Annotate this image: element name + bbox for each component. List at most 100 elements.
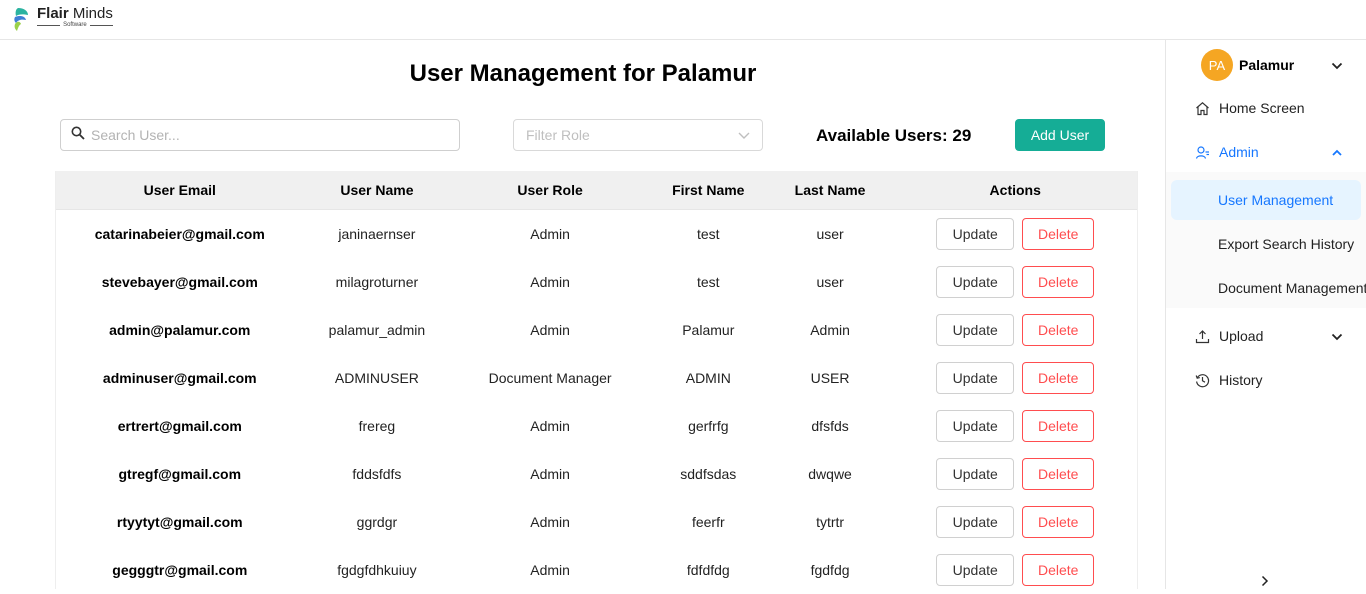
cell-first-name: sddfsdas	[680, 466, 737, 482]
chevron-up-icon	[1331, 144, 1343, 160]
sidebar-item-document-management[interactable]: Document Management	[1166, 268, 1366, 308]
chevron-down-icon	[1331, 328, 1343, 344]
table-body: catarinabeier@gmail.com janinaernser Admin…	[56, 210, 1137, 594]
update-button[interactable]: Update	[936, 506, 1015, 538]
cell-user-name: milagroturner	[335, 274, 419, 290]
cell-user-email: gegggtr@gmail.com	[112, 562, 248, 578]
table-row: gtregf@gmail.com fddsfdfs Admin sddfsdas dwq…	[56, 450, 1137, 498]
brand-tagline: Software	[37, 22, 113, 29]
cell-user-email: gtregf@gmail.com	[118, 466, 242, 482]
header-user-email[interactable]: User Email	[56, 182, 304, 198]
cell-first-name: fdfdfdg	[686, 562, 730, 578]
row-actions: Update Delete	[893, 266, 1137, 298]
sidebar-item-user-management[interactable]: User Management	[1171, 180, 1361, 220]
cell-last-name: dwqwe	[808, 466, 852, 482]
sidebar-item-home[interactable]: Home Screen	[1166, 88, 1366, 128]
header-user-role[interactable]: User Role	[450, 182, 650, 198]
delete-button[interactable]: Delete	[1022, 506, 1095, 538]
update-button[interactable]: Update	[936, 410, 1015, 442]
cell-first-name: test	[697, 274, 720, 290]
add-user-button[interactable]: Add User	[1015, 119, 1105, 151]
cell-user-role: Admin	[530, 226, 570, 242]
cell-last-name: dfsfds	[811, 418, 849, 434]
cell-user-role: Document Manager	[488, 370, 612, 386]
sidebar: PA Palamur Home Screen Admin User Manage…	[1165, 40, 1366, 589]
available-users-count: Available Users: 29	[816, 126, 972, 145]
cell-user-email: ertrert@gmail.com	[117, 418, 242, 434]
user-profile[interactable]: PA Palamur	[1201, 49, 1294, 81]
cell-user-role: Admin	[530, 274, 570, 290]
sidebar-item-export-search-history[interactable]: Export Search History	[1166, 224, 1366, 264]
update-button[interactable]: Update	[936, 218, 1015, 250]
delete-button[interactable]: Delete	[1022, 458, 1095, 490]
upload-icon	[1194, 328, 1210, 344]
cell-user-role: Admin	[530, 418, 570, 434]
users-table: User Email User Name User Role First Nam…	[55, 171, 1138, 589]
cell-user-email: adminuser@gmail.com	[102, 370, 257, 386]
cell-first-name: Palamur	[682, 322, 735, 338]
table-row: ertrert@gmail.com frereg Admin gerfrfg dfsfd…	[56, 402, 1137, 450]
cell-last-name: user	[816, 226, 844, 242]
logo-mark-icon	[10, 6, 34, 31]
cell-last-name: USER	[810, 370, 850, 386]
chevron-down-icon[interactable]	[1331, 57, 1343, 75]
cell-first-name: gerfrfg	[688, 418, 729, 434]
cell-user-name: ggrdgr	[356, 514, 398, 530]
cell-user-email: stevebayer@gmail.com	[101, 274, 258, 290]
delete-button[interactable]: Delete	[1022, 314, 1095, 346]
admin-user-icon	[1194, 144, 1210, 160]
sidebar-item-label: History	[1219, 372, 1263, 388]
cell-user-name: fddsfdfs	[352, 466, 402, 482]
brand-logo[interactable]: Flair Minds Software	[10, 5, 113, 31]
cell-user-name: fgdgfdhkuiuy	[337, 562, 417, 578]
filter-role-select[interactable]: Filter Role	[513, 119, 763, 151]
update-button[interactable]: Update	[936, 362, 1015, 394]
update-button[interactable]: Update	[936, 266, 1015, 298]
sidebar-item-label: Upload	[1219, 328, 1264, 344]
delete-button[interactable]: Delete	[1022, 410, 1095, 442]
delete-button[interactable]: Delete	[1022, 218, 1095, 250]
cell-user-name: frereg	[358, 418, 396, 434]
table-row: stevebayer@gmail.com milagroturner Admin te…	[56, 258, 1137, 306]
delete-button[interactable]: Delete	[1022, 554, 1095, 586]
sidebar-item-history[interactable]: History	[1166, 360, 1366, 400]
update-button[interactable]: Update	[936, 458, 1015, 490]
table-row: rtyytyt@gmail.com ggrdgr Admin feerfr tytrtr…	[56, 498, 1137, 546]
delete-button[interactable]: Delete	[1022, 266, 1095, 298]
cell-user-role: Admin	[530, 466, 570, 482]
search-input[interactable]	[91, 127, 431, 143]
cell-user-name: janinaernser	[338, 226, 416, 242]
cell-user-email: rtyytyt@gmail.com	[116, 514, 243, 530]
brand-name: Flair Minds	[37, 5, 113, 22]
sidebar-item-admin[interactable]: Admin	[1166, 132, 1366, 172]
cell-user-name: ADMINUSER	[334, 370, 419, 386]
search-box[interactable]	[60, 119, 460, 151]
search-icon	[71, 126, 85, 145]
history-icon	[1194, 372, 1210, 388]
cell-last-name: user	[816, 274, 844, 290]
sidebar-item-label: Home Screen	[1219, 100, 1305, 116]
cell-first-name: ADMIN	[685, 370, 731, 386]
header-actions: Actions	[989, 182, 1041, 198]
avatar: PA	[1201, 49, 1233, 81]
row-actions: Update Delete	[893, 314, 1137, 346]
cell-user-role: Admin	[530, 514, 570, 530]
cell-last-name: tytrtr	[816, 514, 845, 530]
delete-button[interactable]: Delete	[1022, 362, 1095, 394]
table-row: catarinabeier@gmail.com janinaernser Admin…	[56, 210, 1137, 258]
row-actions: Update Delete	[893, 458, 1137, 490]
row-actions: Update Delete	[893, 554, 1137, 586]
page-title: User Management for Palamur	[409, 60, 757, 87]
header-user-name[interactable]: User Name	[304, 182, 451, 198]
home-icon	[1194, 100, 1210, 116]
collapse-sidebar-icon[interactable]	[1261, 574, 1269, 589]
header-first-name[interactable]: First Name	[650, 182, 767, 198]
header-last-name[interactable]: Last Name	[767, 182, 894, 198]
sidebar-item-upload[interactable]: Upload	[1166, 316, 1366, 356]
update-button[interactable]: Update	[936, 554, 1015, 586]
table-header: User Email User Name User Role First Nam…	[56, 171, 1137, 210]
update-button[interactable]: Update	[936, 314, 1015, 346]
chevron-down-icon	[738, 127, 750, 143]
table-row: gegggtr@gmail.com fgdgfdhkuiuy Admin fdfdfd…	[56, 546, 1137, 594]
row-actions: Update Delete	[893, 362, 1137, 394]
